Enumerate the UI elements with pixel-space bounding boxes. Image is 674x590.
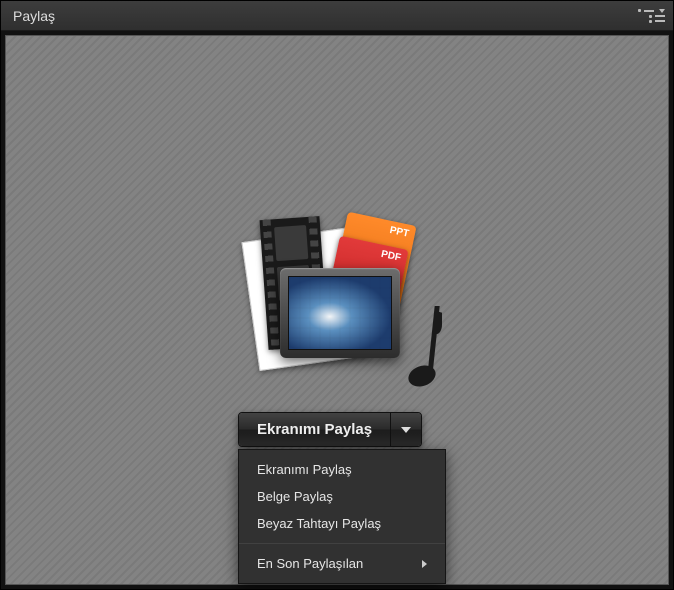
menu-item-label: Ekranımı Paylaş (257, 462, 352, 477)
content-area: PPT PDF Ekranımı Paylaş Ekranımı Paylaş … (5, 35, 669, 585)
share-pod-window: Paylaş PPT PDF Ek (0, 0, 674, 590)
titlebar: Paylaş (1, 1, 673, 31)
chevron-down-icon (401, 427, 411, 433)
menu-item-share-screen[interactable]: Ekranımı Paylaş (239, 456, 445, 483)
chevron-right-icon (422, 560, 427, 568)
menu-item-label: Belge Paylaş (257, 489, 333, 504)
share-dropdown-toggle[interactable] (391, 413, 421, 446)
media-collage-icon: PPT PDF (238, 216, 438, 406)
share-my-screen-button[interactable]: Ekranımı Paylaş (239, 413, 391, 446)
share-split-button: Ekranımı Paylaş (238, 412, 422, 447)
pod-title: Paylaş (13, 8, 55, 24)
menu-separator (239, 543, 445, 544)
menu-item-label: En Son Paylaşılan (257, 556, 363, 571)
menu-item-label: Beyaz Tahtayı Paylaş (257, 516, 381, 531)
menu-item-share-whiteboard[interactable]: Beyaz Tahtayı Paylaş (239, 510, 445, 537)
menu-item-share-document[interactable]: Belge Paylaş (239, 483, 445, 510)
monitor-icon (280, 268, 400, 358)
menu-item-recently-shared[interactable]: En Son Paylaşılan (239, 550, 445, 577)
music-note-icon (396, 306, 446, 386)
share-dropdown-menu: Ekranımı Paylaş Belge Paylaş Beyaz Tahta… (238, 449, 446, 584)
pod-options-button[interactable] (643, 8, 665, 24)
